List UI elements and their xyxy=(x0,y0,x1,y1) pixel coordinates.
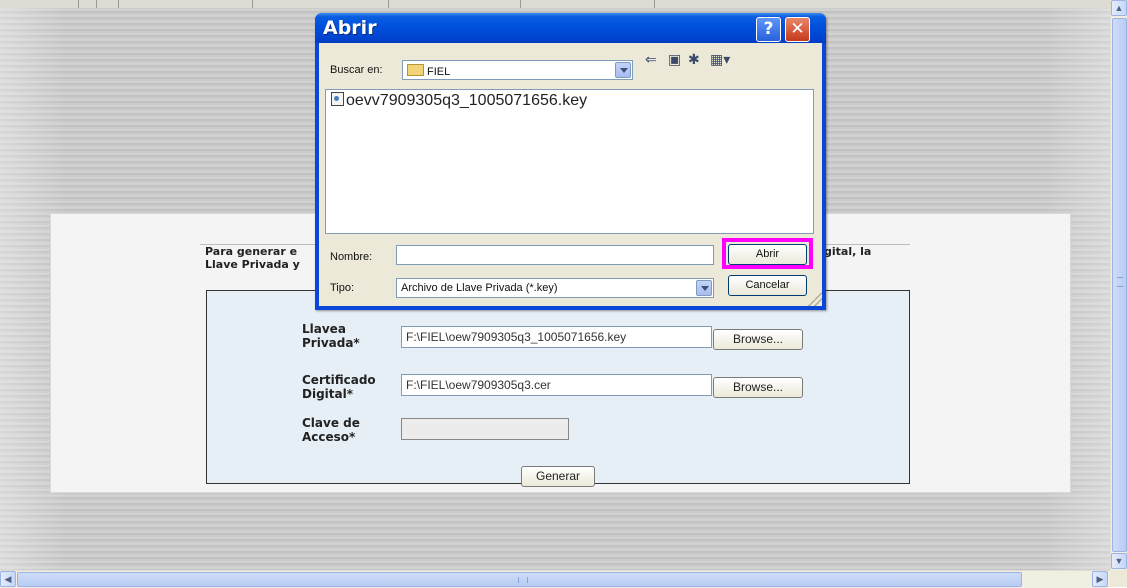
highlight-box xyxy=(722,238,813,269)
grip-icon xyxy=(518,577,528,583)
browse-private-key-button[interactable]: Browse... xyxy=(713,329,803,350)
private-key-label: Llavea Privada* xyxy=(302,322,360,350)
new-folder-icon[interactable]: ✱ xyxy=(688,51,700,68)
vertical-scroll-thumb[interactable] xyxy=(1112,18,1127,552)
strip-divider xyxy=(118,0,119,8)
instructions-text-right: gital, la xyxy=(824,245,872,258)
chevron-down-icon[interactable] xyxy=(696,280,712,296)
dialog-title: Abrir xyxy=(323,17,377,39)
cancel-button[interactable]: Cancelar xyxy=(728,275,807,296)
vertical-scrollbar[interactable]: ▲ ▼ xyxy=(1110,0,1127,570)
close-button[interactable]: ✕ xyxy=(785,17,810,42)
file-name-label: Nombre: xyxy=(330,251,373,263)
password-label: Clave de Acceso* xyxy=(302,416,360,444)
strip-divider xyxy=(78,0,79,8)
generate-button[interactable]: Generar xyxy=(521,466,595,487)
strip-divider xyxy=(654,0,655,8)
view-menu-icon[interactable]: ▦▾ xyxy=(710,51,730,68)
scroll-left-button[interactable]: ◀ xyxy=(0,571,16,587)
file-type-label: Tipo: xyxy=(330,282,355,294)
scrollbar-corner xyxy=(1110,570,1127,587)
browse-certificate-button[interactable]: Browse... xyxy=(713,377,803,398)
strip-divider xyxy=(252,0,253,8)
strip-divider xyxy=(388,0,389,8)
up-folder-icon[interactable]: ▣ xyxy=(668,51,681,68)
grip-icon xyxy=(1117,277,1123,287)
horizontal-scroll-thumb[interactable] xyxy=(17,572,1022,587)
scroll-right-button[interactable]: ▶ xyxy=(1092,571,1108,587)
scroll-down-button[interactable]: ▼ xyxy=(1111,553,1127,569)
scroll-up-button[interactable]: ▲ xyxy=(1111,0,1127,16)
certificate-label: Certificado Digital* xyxy=(302,373,376,401)
file-icon xyxy=(331,92,344,106)
file-name: oevv7909305q3_1005071656.key xyxy=(346,92,588,109)
certificate-input[interactable]: F:\FIEL\oew7909305q3.cer xyxy=(401,374,712,396)
file-list[interactable]: oevv7909305q3_1005071656.key xyxy=(325,89,814,234)
file-type-value: Archivo de Llave Privada (*.key) xyxy=(401,282,558,294)
chevron-down-icon[interactable] xyxy=(615,62,631,78)
strip-divider xyxy=(96,0,97,8)
strip-divider xyxy=(520,0,521,8)
look-in-value: FIEL xyxy=(407,64,450,78)
list-item[interactable]: oevv7909305q3_1005071656.key xyxy=(331,92,587,110)
private-key-input[interactable]: F:\FIEL\oew7909305q3_1005071656.key xyxy=(401,326,712,348)
help-button[interactable]: ? xyxy=(756,17,781,42)
look-in-label: Buscar en: xyxy=(330,64,383,76)
look-in-dropdown[interactable]: FIEL xyxy=(402,60,633,80)
file-type-dropdown[interactable]: Archivo de Llave Privada (*.key) xyxy=(396,278,714,298)
folder-icon xyxy=(407,64,424,76)
resize-grip-icon[interactable] xyxy=(808,292,822,306)
file-name-input[interactable] xyxy=(396,245,714,265)
look-in-value-text: FIEL xyxy=(427,66,451,78)
back-icon[interactable]: ⇐ xyxy=(645,51,657,68)
dialog-titlebar[interactable]: Abrir ? ✕ xyxy=(315,13,826,43)
password-input[interactable] xyxy=(401,418,569,440)
horizontal-scrollbar[interactable]: ◀ ▶ xyxy=(0,570,1110,588)
